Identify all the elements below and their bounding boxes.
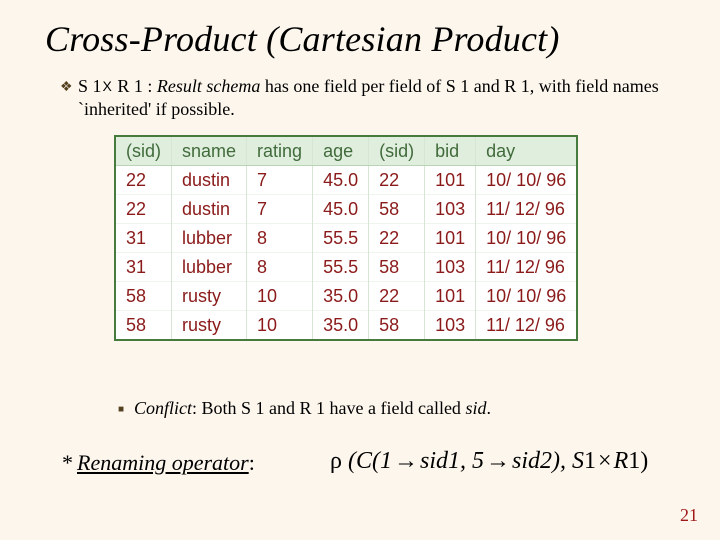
renaming-operator-label: Renaming operator — [77, 450, 249, 475]
asterisk-icon: * — [62, 450, 73, 475]
col-day: day — [476, 137, 577, 166]
table-row: 58rusty1035.02210110/ 10/ 96 — [116, 282, 576, 311]
rename-formula: ρ (C(1→sid1, 5→sid2), S1×R1) — [330, 448, 648, 475]
result-table: (sid) sname rating age (sid) bid day 22d… — [114, 135, 578, 341]
bullet2-dot: . — [486, 398, 491, 418]
slide: Cross-Product (Cartesian Product) ❖ S 1X… — [0, 0, 720, 540]
table-row: 31lubber855.52210110/ 10/ 96 — [116, 224, 576, 253]
col-sid2: (sid) — [369, 137, 425, 166]
times-icon: X — [102, 78, 113, 94]
bullet-1: S 1X R 1 : Result schema has one field p… — [78, 75, 680, 120]
page-number: 21 — [680, 505, 698, 526]
arrow-icon: → — [392, 448, 420, 474]
table-row: 22dustin745.05810311/ 12/ 96 — [116, 195, 576, 224]
bullet1-result-schema: Result schema — [157, 76, 260, 96]
bullet2-tail: : Both S 1 and R 1 have a field called — [192, 398, 465, 418]
table-header-row: (sid) sname rating age (sid) bid day — [116, 137, 576, 166]
bullet1-pre: S 1 — [78, 76, 102, 96]
col-rating: rating — [247, 137, 313, 166]
table-row: 31lubber855.55810311/ 12/ 96 — [116, 253, 576, 282]
table-row: 22dustin745.02210110/ 10/ 96 — [116, 166, 576, 195]
col-bid: bid — [425, 137, 476, 166]
rho-symbol: ρ — [330, 448, 342, 474]
footnote: *Renaming operator: — [62, 450, 255, 476]
sid-label: sid — [465, 398, 486, 418]
bullet-icon: ❖ — [60, 79, 73, 96]
col-sid1: (sid) — [116, 137, 172, 166]
bullet-2: Conflict: Both S 1 and R 1 have a field … — [134, 398, 680, 419]
col-age: age — [313, 137, 369, 166]
footnote-colon: : — [249, 450, 255, 475]
table-row: 58rusty1035.05810311/ 12/ 96 — [116, 311, 576, 340]
col-sname: sname — [172, 137, 247, 166]
table-body: 22dustin745.02210110/ 10/ 96 22dustin745… — [116, 166, 576, 340]
bullet1-post: R 1 : — [113, 76, 157, 96]
square-bullet-icon: ■ — [118, 404, 124, 415]
times-icon: × — [596, 448, 614, 474]
arrow-icon: → — [484, 448, 512, 474]
conflict-label: Conflict — [134, 398, 192, 418]
slide-title: Cross-Product (Cartesian Product) — [45, 18, 560, 60]
